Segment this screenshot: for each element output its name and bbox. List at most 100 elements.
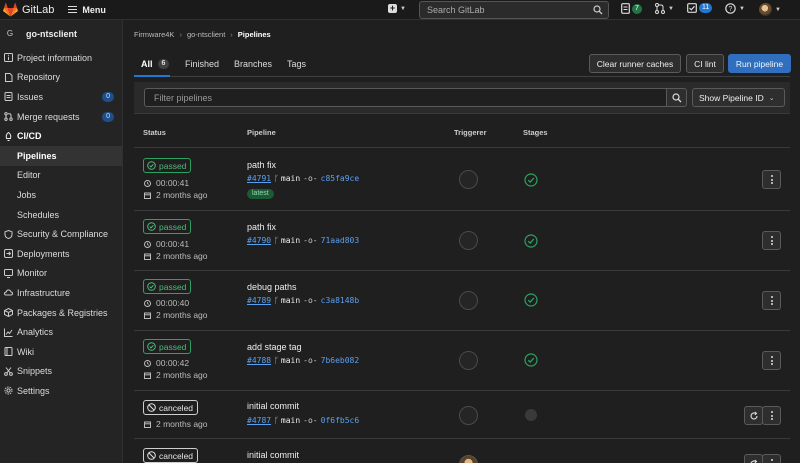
merge-request-icon xyxy=(655,3,665,14)
pipeline-id-link[interactable]: #4791 xyxy=(247,174,271,183)
merge-requests-nav-button[interactable]: ▼ xyxy=(655,3,674,14)
triggerer-avatar[interactable] xyxy=(459,455,478,463)
sidebar-item-repository[interactable]: Repository xyxy=(0,68,122,88)
branch-ref[interactable]: ᚴ main xyxy=(274,296,300,305)
more-actions-button[interactable] xyxy=(762,454,781,463)
table-row: passed 00:00:41 2 months ago path fix #4… xyxy=(134,149,790,211)
commit-ref[interactable]: -o- 7b6eb082 xyxy=(303,356,359,365)
pipeline-title[interactable]: debug paths xyxy=(247,282,297,292)
branch-ref[interactable]: ᚴ main xyxy=(274,236,300,245)
retry-button[interactable] xyxy=(744,454,763,463)
commit-ref[interactable]: -o- 0f6fb5c6 xyxy=(303,416,359,425)
sidebar-project-header[interactable]: G go-ntsclient xyxy=(0,20,122,48)
breadcrumb-project[interactable]: go-ntsclient xyxy=(187,30,225,39)
triggerer-avatar[interactable] xyxy=(459,231,478,250)
sidebar-item-settings[interactable]: Settings xyxy=(0,381,122,401)
sidebar-item-deployments[interactable]: Deployments xyxy=(0,244,122,264)
run-pipeline-button[interactable]: Run pipeline xyxy=(728,54,791,73)
commit-ref[interactable]: -o-c3a8148b xyxy=(303,296,359,305)
commit-ref[interactable]: -o- 71aad803 xyxy=(303,236,359,245)
stage-passed-icon[interactable] xyxy=(524,234,538,248)
todo-icon xyxy=(687,3,697,13)
branch-ref[interactable]: ᚴ main xyxy=(274,356,300,365)
triggerer-avatar[interactable] xyxy=(459,406,478,425)
search-input[interactable]: Search GitLab xyxy=(419,1,609,19)
pipeline-id-link[interactable]: #4790 xyxy=(247,236,271,245)
issues-nav-button[interactable]: 7 xyxy=(621,3,642,14)
sidebar-subitem-jobs[interactable]: Jobs xyxy=(0,185,122,205)
tab-finished[interactable]: Finished xyxy=(185,59,219,69)
more-actions-button[interactable] xyxy=(762,351,781,370)
sidebar-item-merge-requests[interactable]: Merge requests 0 xyxy=(0,107,122,127)
filter-pipelines-input[interactable]: Filter pipelines xyxy=(144,88,667,107)
pipeline-title[interactable]: path fix xyxy=(247,222,276,232)
commit-ref[interactable]: -o-c85fa9ce xyxy=(303,174,359,183)
status-badge[interactable]: passed xyxy=(143,219,192,234)
sidebar-item-wiki[interactable]: Wiki xyxy=(0,342,122,362)
pipeline-title[interactable]: initial commit xyxy=(247,401,299,411)
sidebar-item-security[interactable]: Security & Compliance xyxy=(0,224,122,244)
more-actions-button[interactable] xyxy=(762,231,781,250)
sidebar-item-analytics[interactable]: Analytics xyxy=(0,322,122,342)
breadcrumb-group[interactable]: Firmware4K xyxy=(134,30,174,39)
status-badge[interactable]: passed xyxy=(143,279,192,294)
gitlab-logo[interactable]: GitLab xyxy=(3,2,54,17)
pipeline-id-link[interactable]: #4788 xyxy=(247,356,271,365)
tab-all[interactable]: All 6 xyxy=(141,59,170,69)
branch-ref[interactable]: ᚴ main xyxy=(274,174,300,183)
status-badge[interactable]: passed xyxy=(143,339,192,354)
filter-search-button[interactable] xyxy=(667,88,687,107)
triggerer-avatar[interactable] xyxy=(459,170,478,189)
pipeline-title[interactable]: path fix xyxy=(247,160,276,170)
sidebar-subitem-pipelines[interactable]: Pipelines xyxy=(0,145,122,166)
column-header-stages: Stages xyxy=(523,128,548,137)
sidebar-item-issues[interactable]: Issues 0 xyxy=(0,87,122,107)
more-actions-button[interactable] xyxy=(762,170,781,189)
pipeline-id-select[interactable]: Show Pipeline ID ⌄ xyxy=(692,88,785,107)
tab-count-badge: 6 xyxy=(157,59,170,69)
branch-ref[interactable]: ᚴ main xyxy=(274,416,300,425)
sidebar-item-monitor[interactable]: Monitor xyxy=(0,264,122,284)
status-badge[interactable]: canceled xyxy=(143,448,199,463)
triggerer-avatar[interactable] xyxy=(459,351,478,370)
sidebar-item-packages[interactable]: Packages & Registries xyxy=(0,303,122,323)
sidebar-subitem-editor[interactable]: Editor xyxy=(0,166,122,186)
ci-lint-button[interactable]: CI lint xyxy=(686,54,724,73)
kebab-dot xyxy=(770,414,773,417)
status-badge[interactable]: canceled xyxy=(143,400,199,415)
menu-button[interactable]: Menu xyxy=(68,5,106,15)
stage-passed-icon[interactable] xyxy=(524,293,538,307)
search-icon xyxy=(671,92,681,102)
triggerer-avatar[interactable] xyxy=(459,291,478,310)
filter-placeholder: Filter pipelines xyxy=(154,92,213,103)
sidebar-item-infrastructure[interactable]: Infrastructure xyxy=(0,283,122,303)
user-menu-button[interactable]: ▼ xyxy=(759,3,781,16)
stage-passed-icon[interactable] xyxy=(524,173,538,187)
pipeline-id-link[interactable]: #4787 xyxy=(247,416,271,425)
pipeline-title[interactable]: add stage tag xyxy=(247,342,302,352)
status-badge[interactable]: passed xyxy=(143,158,192,173)
clear-runner-caches-button[interactable]: Clear runner caches xyxy=(589,54,681,73)
todos-nav-button[interactable]: 11 xyxy=(687,3,713,13)
chevron-down-icon: ▼ xyxy=(739,5,745,12)
sidebar-item-project-information[interactable]: Project information xyxy=(0,48,122,68)
more-actions-button[interactable] xyxy=(762,406,781,425)
pipeline-id-link[interactable]: #4789 xyxy=(247,296,271,305)
retry-button[interactable] xyxy=(744,406,763,425)
new-dropdown-button[interactable]: + ▼ xyxy=(388,4,406,13)
more-actions-button[interactable] xyxy=(762,291,781,310)
sidebar-subitem-schedules[interactable]: Schedules xyxy=(0,205,122,225)
sidebar-item-cicd[interactable]: CI/CD xyxy=(0,126,122,146)
clock-icon xyxy=(144,179,151,187)
stage-passed-icon[interactable] xyxy=(524,353,538,367)
stage-canceled-icon[interactable] xyxy=(524,408,538,422)
pipeline-title[interactable]: initial commit xyxy=(247,450,299,460)
breadcrumb-current[interactable]: Pipelines xyxy=(238,30,271,39)
canceled-icon xyxy=(147,403,156,412)
sidebar-item-snippets[interactable]: Snippets xyxy=(0,362,122,382)
todos-count-badge: 11 xyxy=(699,3,713,13)
tab-branches[interactable]: Branches xyxy=(234,59,272,69)
tab-tags[interactable]: Tags xyxy=(287,59,306,69)
help-button[interactable]: ? ▼ xyxy=(725,3,745,14)
sidebar-item-label: Monitor xyxy=(17,268,48,279)
